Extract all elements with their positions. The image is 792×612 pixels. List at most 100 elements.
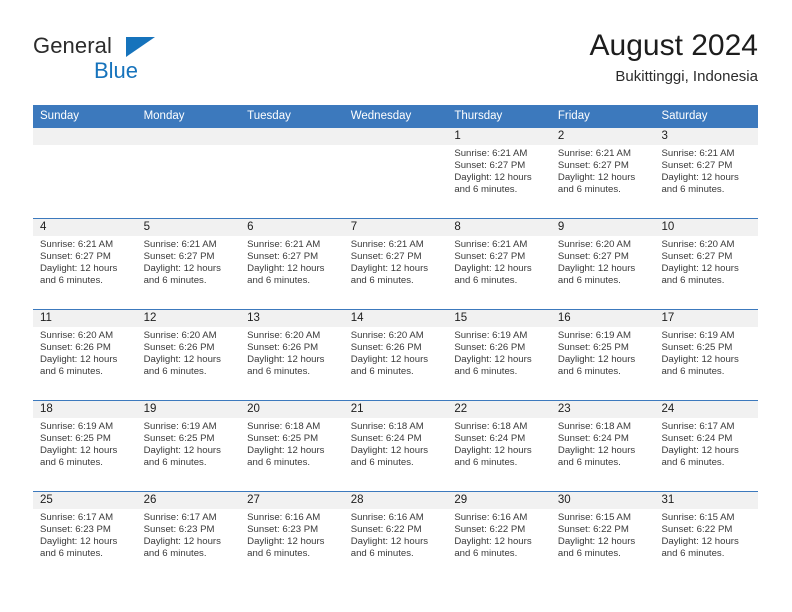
calendar-day-cell[interactable]: 30 Sunrise: 6:15 AM Sunset: 6:22 PM Dayligh… (550, 492, 655, 582)
sunset-text: Sunset: 6:27 PM (557, 251, 629, 263)
calendar-day-cell[interactable]: 19 Sunrise: 6:19 AM Sunset: 6:25 PM Dayligh… (136, 401, 241, 491)
day-number (33, 128, 137, 145)
daylight-text: Daylight: 12 hours and 6 minutes. (40, 445, 118, 469)
daylight-text: Daylight: 12 hours and 6 minutes. (661, 172, 739, 196)
calendar-day-cell[interactable]: 13 Sunrise: 6:20 AM Sunset: 6:26 PM Dayligh… (240, 310, 344, 400)
calendar-day-cell[interactable]: 25 Sunrise: 6:17 AM Sunset: 6:23 PM Dayligh… (33, 492, 137, 582)
day-sun-info: Sunrise: 6:20 AM Sunset: 6:26 PM Daylight:… (344, 327, 448, 378)
daylight-text: Daylight: 12 hours and 6 minutes. (40, 536, 118, 560)
calendar-day-cell[interactable]: 23 Sunrise: 6:18 AM Sunset: 6:24 PM Dayligh… (550, 401, 655, 491)
calendar-day-cell[interactable]: 9 Sunrise: 6:20 AM Sunset: 6:27 PM Daylight… (550, 219, 655, 309)
sunset-text: Sunset: 6:26 PM (350, 342, 422, 354)
calendar-day-cell[interactable]: 29 Sunrise: 6:16 AM Sunset: 6:22 PM Dayligh… (447, 492, 551, 582)
calendar-day-cell[interactable]: 8 Sunrise: 6:21 AM Sunset: 6:27 PM Daylight… (447, 219, 551, 309)
calendar-day-cell[interactable]: 11 Sunrise: 6:20 AM Sunset: 6:26 PM Dayligh… (33, 310, 137, 400)
day-sun-info: Sunrise: 6:18 AM Sunset: 6:25 PM Daylight:… (240, 418, 344, 469)
day-number: 25 (33, 492, 137, 509)
calendar-day-cell[interactable]: 16 Sunrise: 6:19 AM Sunset: 6:25 PM Dayligh… (550, 310, 655, 400)
sunset-text: Sunset: 6:27 PM (350, 251, 422, 263)
day-sun-info: Sunrise: 6:19 AM Sunset: 6:25 PM Daylight:… (33, 418, 137, 469)
generalblue-logo[interactable]: General Blue (33, 34, 213, 90)
day-sun-info: Sunrise: 6:21 AM Sunset: 6:27 PM Daylight:… (33, 236, 137, 287)
day-number: 9 (550, 219, 655, 236)
day-sun-info: Sunrise: 6:21 AM Sunset: 6:27 PM Daylight:… (447, 145, 551, 196)
sunrise-text: Sunrise: 6:21 AM (557, 148, 631, 159)
daylight-text: Daylight: 12 hours and 6 minutes. (143, 354, 221, 378)
day-sun-info: Sunrise: 6:16 AM Sunset: 6:23 PM Daylight:… (240, 509, 344, 560)
sunset-text: Sunset: 6:26 PM (247, 342, 319, 354)
day-sun-info: Sunrise: 6:19 AM Sunset: 6:25 PM Daylight:… (551, 327, 655, 378)
daylight-text: Daylight: 12 hours and 6 minutes. (661, 263, 739, 287)
sunset-text: Sunset: 6:25 PM (143, 433, 215, 445)
sunrise-text: Sunrise: 6:16 AM (454, 512, 528, 523)
sunrise-text: Sunrise: 6:19 AM (661, 330, 735, 341)
sunrise-text: Sunrise: 6:20 AM (557, 239, 631, 250)
calendar-day-cell[interactable]: 17 Sunrise: 6:19 AM Sunset: 6:25 PM Dayligh… (654, 310, 759, 400)
daylight-text: Daylight: 12 hours and 6 minutes. (661, 354, 739, 378)
day-number: 19 (136, 401, 241, 418)
title-block: August 2024 Bukittinggi, Indonesia (590, 28, 758, 88)
day-sun-info: Sunrise: 6:20 AM Sunset: 6:27 PM Daylight:… (551, 236, 655, 287)
calendar-day-cell[interactable]: 22 Sunrise: 6:18 AM Sunset: 6:24 PM Dayligh… (447, 401, 551, 491)
calendar-day-cell[interactable]: 26 Sunrise: 6:17 AM Sunset: 6:23 PM Dayligh… (136, 492, 241, 582)
sunrise-text: Sunrise: 6:19 AM (557, 330, 631, 341)
sunset-text: Sunset: 6:24 PM (661, 433, 733, 445)
daylight-text: Daylight: 12 hours and 6 minutes. (557, 445, 636, 469)
day-number: 27 (240, 492, 344, 509)
sunrise-text: Sunrise: 6:20 AM (40, 330, 114, 341)
calendar-day-cell[interactable]: 2 Sunrise: 6:21 AM Sunset: 6:27 PM Daylight… (550, 128, 655, 218)
day-sun-info: Sunrise: 6:21 AM Sunset: 6:27 PM Daylight:… (447, 236, 551, 287)
sunset-text: Sunset: 6:26 PM (143, 342, 215, 354)
calendar-day-cell[interactable]: 14 Sunrise: 6:20 AM Sunset: 6:26 PM Dayligh… (343, 310, 448, 400)
day-number: 11 (33, 310, 137, 327)
calendar-day-cell[interactable]: 20 Sunrise: 6:18 AM Sunset: 6:25 PM Dayligh… (240, 401, 344, 491)
sunrise-text: Sunrise: 6:17 AM (661, 421, 735, 432)
calendar-day-cell[interactable]: 4 Sunrise: 6:21 AM Sunset: 6:27 PM Daylight… (33, 219, 137, 309)
sunrise-text: Sunrise: 6:19 AM (454, 330, 528, 341)
sunset-text: Sunset: 6:22 PM (661, 524, 733, 536)
day-number: 18 (33, 401, 137, 418)
calendar-day-cell[interactable]: 24 Sunrise: 6:17 AM Sunset: 6:24 PM Dayligh… (654, 401, 759, 491)
calendar-day-cell[interactable]: 3 Sunrise: 6:21 AM Sunset: 6:27 PM Daylight… (654, 128, 759, 218)
calendar-day-cell[interactable]: 1 Sunrise: 6:21 AM Sunset: 6:27 PM Daylight… (447, 128, 551, 218)
sunrise-text: Sunrise: 6:21 AM (454, 239, 528, 250)
calendar-day-cell[interactable]: 6 Sunrise: 6:21 AM Sunset: 6:27 PM Daylight… (240, 219, 344, 309)
day-number (240, 128, 344, 145)
daylight-text: Daylight: 12 hours and 6 minutes. (557, 263, 636, 287)
calendar-week-row: 11 Sunrise: 6:20 AM Sunset: 6:26 PM Dayligh… (33, 309, 759, 400)
calendar-day-cell[interactable]: 12 Sunrise: 6:20 AM Sunset: 6:26 PM Dayligh… (136, 310, 241, 400)
day-sun-info: Sunrise: 6:16 AM Sunset: 6:22 PM Daylight:… (344, 509, 448, 560)
calendar-day-cell[interactable]: 28 Sunrise: 6:16 AM Sunset: 6:22 PM Dayligh… (343, 492, 448, 582)
weekday-header-thursday: Thursday (454, 110, 503, 122)
sunrise-text: Sunrise: 6:20 AM (661, 239, 735, 250)
sunrise-text: Sunrise: 6:21 AM (143, 239, 217, 250)
calendar-day-cell[interactable]: 5 Sunrise: 6:21 AM Sunset: 6:27 PM Daylight… (136, 219, 241, 309)
sunset-text: Sunset: 6:22 PM (350, 524, 422, 536)
day-number: 23 (550, 401, 655, 418)
calendar-day-cell[interactable]: 7 Sunrise: 6:21 AM Sunset: 6:27 PM Daylight… (343, 219, 448, 309)
calendar-cell-empty (240, 128, 344, 218)
sunset-text: Sunset: 6:25 PM (247, 433, 319, 445)
day-sun-info: Sunrise: 6:21 AM Sunset: 6:27 PM Daylight:… (240, 236, 344, 287)
calendar-day-cell[interactable]: 18 Sunrise: 6:19 AM Sunset: 6:25 PM Dayligh… (33, 401, 137, 491)
daylight-text: Daylight: 12 hours and 6 minutes. (454, 263, 532, 287)
weekday-header-saturday: Saturday (661, 110, 708, 122)
sunrise-text: Sunrise: 6:19 AM (40, 421, 114, 432)
calendar-day-cell[interactable]: 27 Sunrise: 6:16 AM Sunset: 6:23 PM Dayligh… (240, 492, 344, 582)
sunrise-text: Sunrise: 6:20 AM (247, 330, 321, 341)
day-number: 3 (654, 128, 759, 145)
sunset-text: Sunset: 6:26 PM (454, 342, 526, 354)
calendar-day-cell[interactable]: 10 Sunrise: 6:20 AM Sunset: 6:27 PM Dayligh… (654, 219, 759, 309)
day-number: 29 (447, 492, 551, 509)
sunset-text: Sunset: 6:27 PM (40, 251, 111, 263)
calendar-day-cell[interactable]: 21 Sunrise: 6:18 AM Sunset: 6:24 PM Dayligh… (343, 401, 448, 491)
calendar-day-cell[interactable]: 31 Sunrise: 6:15 AM Sunset: 6:22 PM Dayligh… (654, 492, 759, 582)
daylight-text: Daylight: 12 hours and 6 minutes. (454, 354, 532, 378)
sunrise-text: Sunrise: 6:21 AM (247, 239, 321, 250)
calendar-day-cell[interactable]: 15 Sunrise: 6:19 AM Sunset: 6:26 PM Dayligh… (447, 310, 551, 400)
day-sun-info: Sunrise: 6:17 AM Sunset: 6:23 PM Daylight:… (33, 509, 137, 560)
day-sun-info: Sunrise: 6:16 AM Sunset: 6:22 PM Daylight:… (447, 509, 551, 560)
daylight-text: Daylight: 12 hours and 6 minutes. (557, 354, 636, 378)
sunrise-text: Sunrise: 6:16 AM (247, 512, 321, 523)
sunrise-text: Sunrise: 6:18 AM (454, 421, 528, 432)
